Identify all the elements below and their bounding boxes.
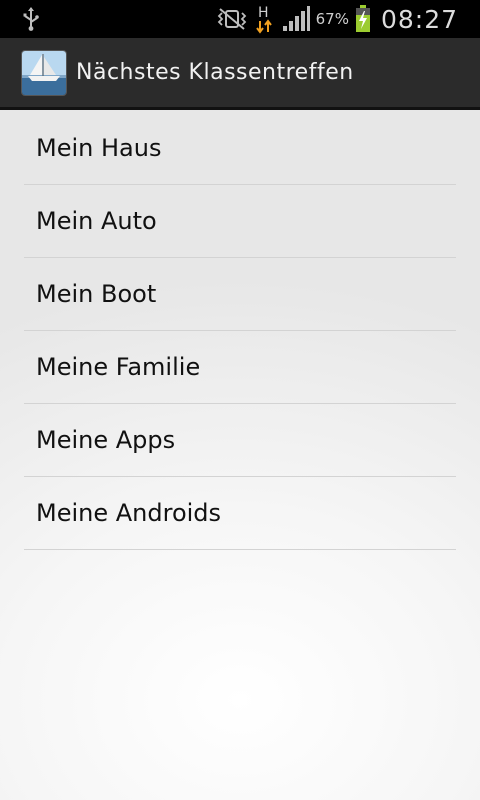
list-item-mein-auto[interactable]: Mein Auto xyxy=(24,185,456,258)
svg-text:H: H xyxy=(258,5,269,21)
list-item-meine-androids[interactable]: Meine Androids xyxy=(24,477,456,550)
battery-percent: 67% xyxy=(315,10,349,28)
sailboat-icon[interactable] xyxy=(22,50,66,95)
list-item-meine-apps[interactable]: Meine Apps xyxy=(24,404,456,477)
page-title: Nächstes Klassentreffen xyxy=(76,60,354,85)
clock: 08:27 xyxy=(380,4,458,34)
signal-icon xyxy=(282,6,310,32)
network-h-icon: H xyxy=(254,4,276,34)
battery-charging-icon xyxy=(355,5,371,33)
list-item-mein-boot[interactable]: Mein Boot xyxy=(24,258,456,331)
menu-list: Mein Haus Mein Auto Mein Boot Meine Fami… xyxy=(24,112,456,550)
action-bar: Nächstes Klassentreffen xyxy=(0,38,480,110)
list-item-mein-haus[interactable]: Mein Haus xyxy=(24,112,456,185)
list-item-meine-familie[interactable]: Meine Familie xyxy=(24,331,456,404)
vibrate-silent-icon xyxy=(216,7,248,31)
status-bar: H 67% 08:27 xyxy=(0,0,480,38)
usb-icon xyxy=(22,6,40,32)
